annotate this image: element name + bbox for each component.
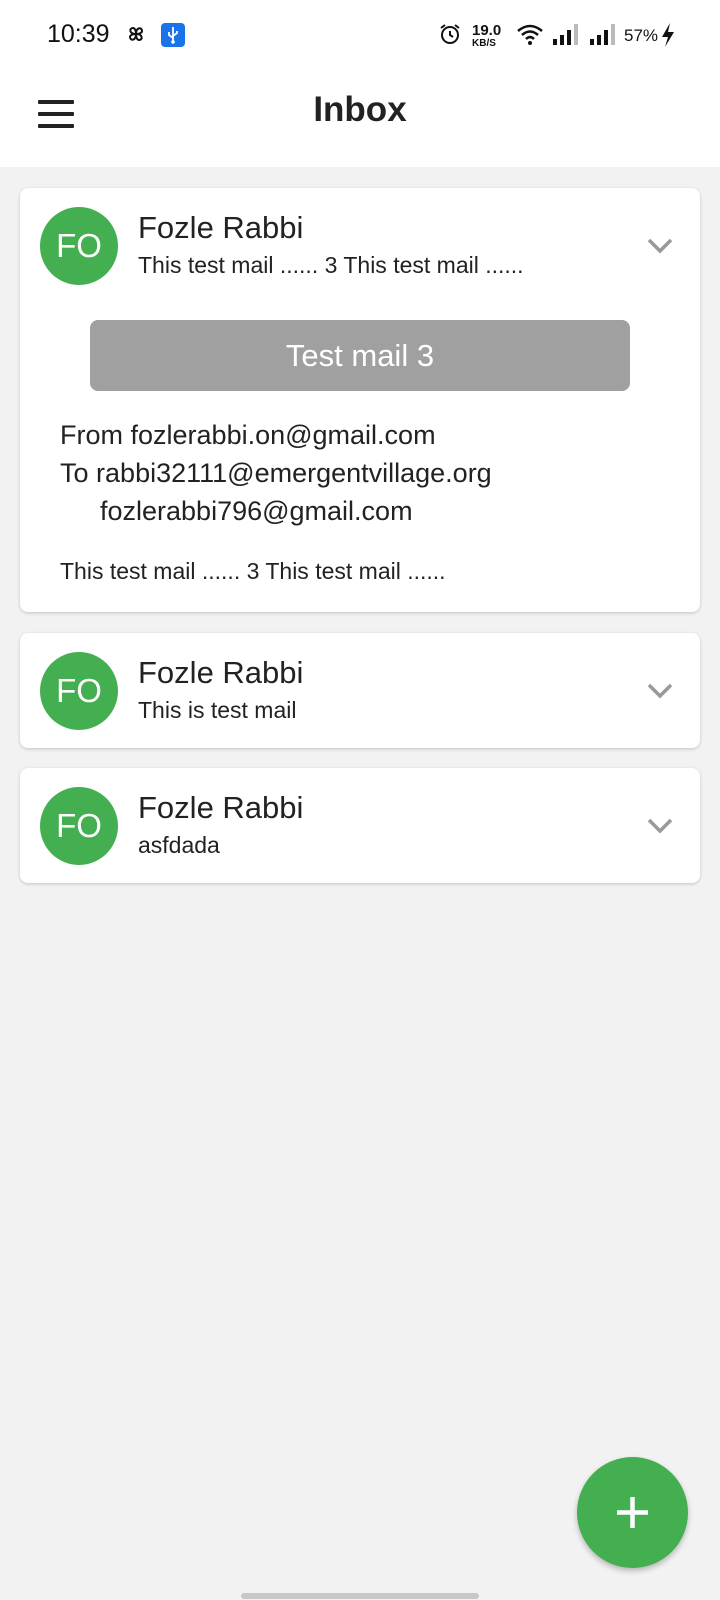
app-bar: Inbox	[0, 72, 720, 167]
signal-icon	[553, 24, 578, 45]
compose-button[interactable]	[577, 1457, 688, 1568]
chevron-down-icon[interactable]	[640, 225, 680, 265]
from-address: fozlerabbi.on@gmail.com	[130, 420, 436, 450]
email-preview: asfdada	[138, 832, 220, 858]
pinwheel-icon	[128, 26, 144, 42]
subject-button[interactable]: Test mail 3	[90, 320, 630, 391]
usb-icon	[161, 23, 185, 47]
from-line: From fozlerabbi.on@gmail.com	[60, 420, 436, 451]
sender-name: Fozle Rabbi	[138, 655, 304, 690]
to-line: To rabbi32111@emergentvillage.org	[60, 458, 492, 489]
avatar: FO	[40, 787, 118, 865]
email-preview: This is test mail	[138, 697, 297, 723]
email-card[interactable]: FO Fozle Rabbi This is test mail	[20, 633, 700, 748]
email-card[interactable]: FO Fozle Rabbi asfdada	[20, 768, 700, 883]
plus-icon	[617, 1497, 648, 1528]
status-time: 10:39	[47, 20, 110, 48]
to-address: fozlerabbi796@gmail.com	[100, 496, 413, 526]
net-speed-unit: KB/S	[472, 38, 496, 49]
charging-icon	[662, 23, 674, 47]
chevron-down-icon[interactable]	[640, 670, 680, 710]
from-label: From	[60, 420, 123, 450]
wifi-icon	[517, 24, 543, 45]
battery-percent: 57%	[624, 26, 659, 45]
sender-name: Fozle Rabbi	[138, 790, 304, 825]
status-bar: 10:39 19.0 KB/S 57%	[0, 0, 720, 72]
avatar: FO	[40, 207, 118, 285]
to-address: rabbi32111@emergentvillage.org	[96, 458, 492, 488]
net-speed-value: 19.0	[472, 22, 502, 39]
email-card[interactable]: FO Fozle Rabbi This test mail ...... 3 T…	[20, 188, 700, 612]
email-preview: This test mail ...... 3 This test mail .…	[138, 252, 524, 278]
avatar: FO	[40, 652, 118, 730]
email-body: This test mail ...... 3 This test mail .…	[60, 558, 446, 584]
chevron-down-icon[interactable]	[640, 805, 680, 845]
home-indicator[interactable]	[241, 1593, 479, 1599]
signal-icon	[590, 24, 615, 45]
sender-name: Fozle Rabbi	[138, 210, 304, 245]
alarm-icon	[440, 24, 460, 44]
to-label: To	[60, 458, 89, 488]
page-title: Inbox	[313, 90, 407, 129]
